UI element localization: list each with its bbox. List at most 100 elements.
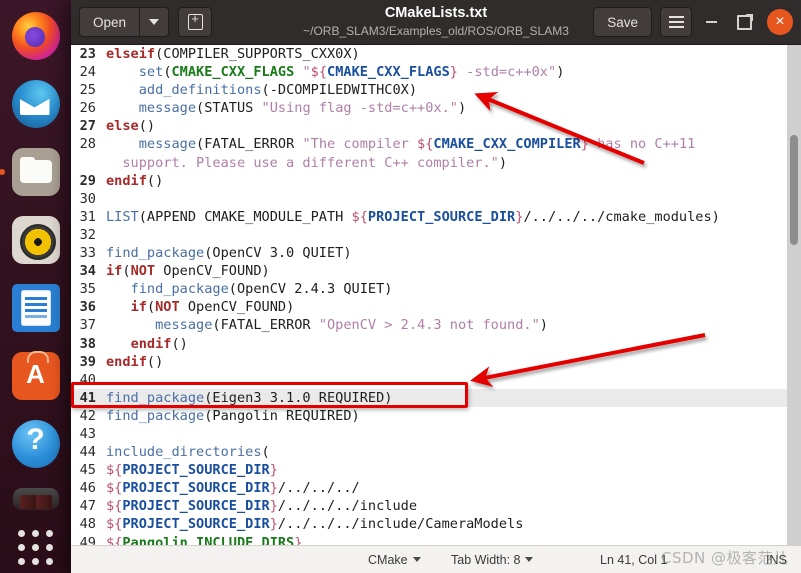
code-line[interactable]: 28 message(FATAL_ERROR "The compiler ${C… bbox=[71, 135, 801, 153]
close-button[interactable]: × bbox=[767, 9, 793, 35]
vertical-scrollbar[interactable] bbox=[787, 45, 801, 545]
source-code-view[interactable]: 23 elseif(COMPILER_SUPPORTS_CXX0X) 24 set(… bbox=[71, 45, 801, 545]
line-number: 41 bbox=[79, 389, 96, 406]
code-line-current[interactable]: 41 find_package(Eigen3 3.1.0 REQUIRED) bbox=[71, 388, 801, 407]
code-line[interactable]: support. Please use a different C++ comp… bbox=[71, 154, 801, 172]
dock-item-ubuntu-software[interactable] bbox=[11, 351, 60, 400]
new-document-icon bbox=[187, 11, 203, 30]
hamburger-icon bbox=[668, 16, 684, 28]
code-line[interactable]: 44 include_directories( bbox=[71, 443, 801, 461]
dock-item-terminal[interactable] bbox=[12, 488, 59, 510]
line-number: 38 bbox=[79, 335, 96, 352]
code-text: find_package(OpenCV 2.4.3 QUIET) bbox=[130, 281, 393, 298]
new-document-button[interactable] bbox=[178, 7, 213, 37]
chevron-down-icon bbox=[525, 557, 534, 562]
code-line[interactable]: 40 bbox=[71, 371, 801, 389]
code-line[interactable]: 23 elseif(COMPILER_SUPPORTS_CXX0X) bbox=[71, 45, 801, 63]
code-line[interactable]: 43 bbox=[71, 425, 801, 443]
code-text: ${PROJECT_SOURCE_DIR}/../../../include/C… bbox=[106, 516, 524, 533]
code-line[interactable]: 36 if(NOT OpenCV_FOUND) bbox=[71, 298, 801, 316]
code-text: support. Please use a different C++ comp… bbox=[106, 154, 508, 171]
line-number: 49 bbox=[79, 534, 96, 545]
open-dropdown-button[interactable] bbox=[139, 7, 170, 37]
code-line[interactable]: 29 endif() bbox=[71, 172, 801, 190]
chevron-down-icon bbox=[412, 557, 421, 562]
tab-width-label: Tab Width: 8 bbox=[451, 552, 521, 567]
save-button[interactable]: Save bbox=[593, 7, 652, 37]
line-number: 33 bbox=[79, 245, 96, 262]
code-text: if(NOT OpenCV_FOUND) bbox=[106, 263, 270, 280]
language-selector[interactable]: CMake bbox=[368, 553, 421, 567]
dock-item-help[interactable] bbox=[11, 420, 60, 468]
open-button[interactable]: Open bbox=[79, 7, 140, 37]
code-line[interactable]: 38 endif() bbox=[71, 335, 801, 353]
code-text: find_package(OpenCV 3.0 QUIET) bbox=[106, 245, 352, 262]
maximize-button[interactable] bbox=[730, 8, 758, 36]
code-text: find_package(Eigen3 3.1.0 REQUIRED) bbox=[106, 389, 393, 406]
code-line[interactable]: 45 ${PROJECT_SOURCE_DIR} bbox=[71, 461, 801, 479]
line-number: 32 bbox=[79, 226, 96, 243]
window-headerbar: Open CMakeLists.txt ~/ORB_SLAM3/Examples… bbox=[71, 0, 801, 45]
line-number: 24 bbox=[79, 64, 96, 81]
scrollbar-thumb[interactable] bbox=[790, 135, 798, 245]
line-number: 43 bbox=[79, 425, 96, 442]
code-text: ${PROJECT_SOURCE_DIR}/../../../ bbox=[106, 480, 360, 497]
line-number: 31 bbox=[79, 208, 96, 225]
line-number: 48 bbox=[79, 516, 96, 533]
dock-item-libreoffice-writer[interactable] bbox=[11, 284, 60, 332]
dock-item-firefox[interactable] bbox=[11, 12, 60, 60]
code-text: endif() bbox=[106, 353, 164, 370]
line-number: 47 bbox=[79, 498, 96, 515]
line-number: 27 bbox=[79, 118, 96, 135]
code-text: ${PROJECT_SOURCE_DIR} bbox=[106, 462, 278, 479]
watermark-text: CSDN @极客范儿 bbox=[661, 549, 789, 567]
code-line[interactable]: 48 ${PROJECT_SOURCE_DIR}/../../../include… bbox=[71, 515, 801, 533]
dock-item-rhythmbox[interactable] bbox=[11, 216, 60, 264]
code-text: message(STATUS "Using flag -std=c++0x.") bbox=[138, 100, 467, 117]
code-line[interactable]: 27 else() bbox=[71, 117, 801, 135]
code-line[interactable]: 47 ${PROJECT_SOURCE_DIR}/../../../include bbox=[71, 497, 801, 515]
code-text: find_package(Pangolin REQUIRED) bbox=[106, 407, 360, 424]
line-number: 23 bbox=[79, 46, 96, 62]
code-line[interactable]: 26 message(STATUS "Using flag -std=c++0x… bbox=[71, 99, 801, 117]
status-bar: CMake Tab Width: 8 Ln 41, Col 1 INS CSDN… bbox=[71, 545, 801, 573]
gedit-window: Open CMakeLists.txt ~/ORB_SLAM3/Examples… bbox=[71, 0, 801, 573]
tab-width-selector[interactable]: Tab Width: 8 bbox=[451, 552, 534, 567]
code-line[interactable]: 39 endif() bbox=[71, 353, 801, 371]
editor-area: 23 elseif(COMPILER_SUPPORTS_CXX0X) 24 set(… bbox=[71, 45, 801, 545]
code-text: include_directories( bbox=[106, 444, 270, 461]
line-number: 29 bbox=[79, 172, 96, 189]
code-line[interactable]: 24 set(CMAKE_CXX_FLAGS "${CMAKE_CXX_FLAG… bbox=[71, 63, 801, 81]
ubuntu-dock bbox=[0, 0, 71, 573]
code-text: else() bbox=[106, 118, 156, 135]
line-number: 34 bbox=[79, 263, 96, 280]
code-text: elseif(COMPILER_SUPPORTS_CXX0X) bbox=[106, 46, 360, 62]
code-line[interactable]: 32 bbox=[71, 226, 801, 244]
code-text: endif() bbox=[130, 335, 188, 352]
line-number: 36 bbox=[79, 299, 96, 316]
main-menu-button[interactable] bbox=[660, 7, 692, 37]
code-line[interactable]: 46 ${PROJECT_SOURCE_DIR}/../../../ bbox=[71, 479, 801, 497]
dock-item-files[interactable] bbox=[0, 148, 60, 196]
code-line[interactable]: 49 ${Pangolin_INCLUDE_DIRS} bbox=[71, 534, 801, 545]
language-label: CMake bbox=[368, 552, 408, 567]
code-text: LIST(APPEND CMAKE_MODULE_PATH ${PROJECT_… bbox=[106, 208, 720, 225]
code-line[interactable]: 42 find_package(Pangolin REQUIRED) bbox=[71, 407, 801, 425]
code-line[interactable]: 31 LIST(APPEND CMAKE_MODULE_PATH ${PROJEC… bbox=[71, 208, 801, 226]
code-line[interactable]: 33 find_package(OpenCV 3.0 QUIET) bbox=[71, 244, 801, 262]
code-text: add_definitions(-DCOMPILEDWITHC0X) bbox=[138, 82, 418, 99]
code-line[interactable]: 34 if(NOT OpenCV_FOUND) bbox=[71, 262, 801, 280]
screen: Open CMakeLists.txt ~/ORB_SLAM3/Examples… bbox=[0, 0, 801, 573]
code-line[interactable]: 25 add_definitions(-DCOMPILEDWITHC0X) bbox=[71, 81, 801, 99]
code-line[interactable]: 37 message(FATAL_ERROR "OpenCV > 2.4.3 n… bbox=[71, 316, 801, 334]
show-applications-icon[interactable] bbox=[12, 524, 60, 572]
line-number: 42 bbox=[79, 407, 96, 424]
minimize-button[interactable] bbox=[697, 8, 725, 36]
code-text: ${PROJECT_SOURCE_DIR}/../../../include bbox=[106, 498, 418, 515]
dock-item-thunderbird[interactable] bbox=[11, 80, 60, 128]
line-number: 28 bbox=[79, 136, 96, 153]
code-line[interactable]: 35 find_package(OpenCV 2.4.3 QUIET) bbox=[71, 280, 801, 298]
line-number: 46 bbox=[79, 480, 96, 497]
code-line[interactable]: 30 bbox=[71, 190, 801, 208]
line-number: 44 bbox=[79, 444, 96, 461]
